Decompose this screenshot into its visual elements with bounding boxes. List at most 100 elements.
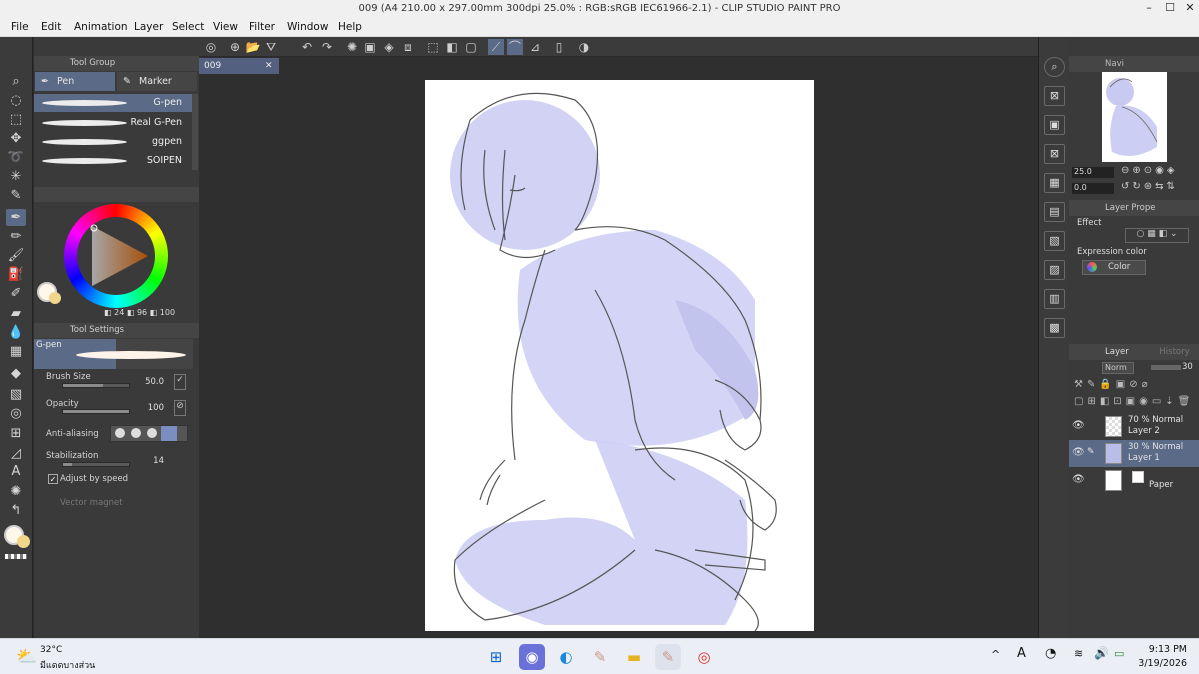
magic-wand-icon[interactable]: ✳	[6, 168, 26, 185]
material-5-icon[interactable]: ▤	[1044, 202, 1065, 222]
save-icon[interactable]: ⛛	[263, 39, 279, 55]
antialiasing-selector[interactable]	[110, 425, 188, 442]
brush-size-pressure-icon[interactable]: ✓	[174, 374, 186, 390]
tab-history[interactable]: History	[1159, 347, 1189, 357]
material-6-icon[interactable]: ▧	[1044, 231, 1065, 251]
layer-opacity-slider[interactable]	[1151, 365, 1181, 370]
menu-help[interactable]: Help	[338, 21, 362, 33]
clear-outside-icon[interactable]: ▣	[362, 39, 378, 55]
tab-pen[interactable]: ✒ Pen	[35, 72, 115, 91]
correct-line-tool-icon[interactable]: ↰	[6, 502, 26, 519]
new-file-icon[interactable]: ⊕	[227, 39, 243, 55]
invert-selection-icon[interactable]: ◧	[444, 39, 460, 55]
material-3-icon[interactable]: ⊠	[1044, 144, 1065, 164]
layer-row[interactable]: 👁 70 % Normal Layer 2	[1069, 413, 1199, 440]
undo-icon[interactable]: ↶	[299, 39, 315, 55]
blend-mode-select[interactable]: Norm	[1102, 362, 1134, 374]
airbrush-tool-icon[interactable]: ⛽	[6, 266, 26, 283]
brush-item-soipen[interactable]: SOIPEN	[34, 152, 192, 170]
navigator-rotate-buttons[interactable]: ↺↻⊛⇆⇅	[1121, 181, 1178, 192]
clear-icon[interactable]: ✺	[344, 39, 360, 55]
open-icon[interactable]: 📂	[245, 39, 261, 55]
chrome-app-icon[interactable]: ◎	[691, 644, 717, 670]
bucket-tool-icon[interactable]: ◆	[6, 365, 26, 382]
eraser-tool-icon[interactable]: ▰	[6, 305, 26, 322]
selection-tool-icon[interactable]: ◌	[6, 92, 26, 109]
brush-list-scrollbar[interactable]	[192, 94, 198, 170]
move-tool-icon[interactable]: ✥	[6, 130, 26, 147]
clock-time[interactable]: 9:13 PM	[1139, 644, 1187, 655]
transform-icon[interactable]: ⧈	[400, 39, 416, 55]
color-triangle[interactable]	[86, 222, 154, 290]
layer-property-tab[interactable]: Layer Prope	[1069, 200, 1199, 216]
canvas-paper[interactable]	[425, 80, 814, 632]
menu-view[interactable]: View	[213, 21, 238, 33]
visibility-eye-icon[interactable]: 👁	[1072, 420, 1085, 431]
companion-icon[interactable]: ▯	[551, 39, 567, 55]
navigator-zoom-value[interactable]: 25.0	[1072, 167, 1114, 178]
start-button[interactable]: ⊞	[483, 644, 509, 670]
layer-row[interactable]: 👁 ✎ 30 % Normal Layer 1	[1069, 440, 1199, 467]
menu-filter[interactable]: Filter	[249, 21, 275, 33]
menu-edit[interactable]: Edit	[41, 21, 61, 33]
snap-special-ruler-icon[interactable]: ⌒	[507, 39, 523, 55]
aa-strong-icon[interactable]	[161, 426, 177, 441]
material-8-icon[interactable]: ▥	[1044, 289, 1065, 309]
material-4-icon[interactable]: ▦	[1044, 173, 1065, 193]
layer-opacity-value[interactable]: 30	[1182, 362, 1193, 372]
weather-icon[interactable]: ⛅	[16, 647, 37, 667]
expression-color-select[interactable]: Color	[1082, 260, 1146, 275]
deselect-icon[interactable]: ⬚	[425, 39, 441, 55]
menu-layer[interactable]: Layer	[134, 21, 163, 33]
navigator-rotation-value[interactable]: 0.0	[1072, 183, 1114, 194]
redo-icon[interactable]: ↷	[319, 39, 335, 55]
menu-select[interactable]: Select	[172, 21, 204, 33]
blend-tool-icon[interactable]: 💧	[6, 324, 26, 341]
fill-icon[interactable]: ◈	[381, 39, 397, 55]
layer-lock-icons[interactable]: ⚒✎🔒▣⊘⌀	[1074, 379, 1152, 390]
search-icon[interactable]: ⌕	[1044, 57, 1065, 77]
brush-item-ggpen[interactable]: ggpen	[34, 133, 192, 151]
transparent-color-swatch[interactable]	[5, 554, 27, 559]
file-explorer-icon[interactable]: ▬	[621, 644, 647, 670]
wifi-icon[interactable]: ≋	[1074, 647, 1083, 660]
tab-marker[interactable]: ✎ Marker	[117, 72, 197, 91]
material-icon[interactable]: ⊠	[1044, 86, 1065, 106]
eyedropper-icon[interactable]: ✎	[6, 187, 26, 204]
select-layer-icon[interactable]: ▢	[463, 39, 479, 55]
material-9-icon[interactable]: ▩	[1044, 318, 1065, 338]
opacity-slider[interactable]	[62, 409, 130, 414]
volume-icon[interactable]: 🔊	[1094, 646, 1109, 660]
clock-date[interactable]: 3/19/2026	[1131, 658, 1187, 669]
text-tool-icon[interactable]: A	[6, 463, 26, 480]
menu-animation[interactable]: Animation	[74, 21, 128, 33]
operation-tool-icon[interactable]: ⬚	[6, 111, 26, 128]
edge-app-icon[interactable]: ◐	[553, 644, 579, 670]
minimize-button[interactable]: –	[1140, 1, 1158, 17]
opacity-pressure-icon[interactable]: ⊘	[174, 400, 186, 416]
snap-ruler-icon[interactable]: ⟋	[488, 39, 504, 55]
brush-size-value[interactable]: 50.0	[134, 377, 164, 387]
fill-tool-icon[interactable]: ▦	[6, 343, 26, 360]
sync-icon[interactable]: ◔	[1045, 646, 1056, 661]
opacity-value[interactable]: 100	[134, 403, 164, 413]
clip-studio-app-icon[interactable]: ✎	[587, 644, 613, 670]
color-wheel[interactable]	[64, 204, 168, 308]
brush-size-slider[interactable]	[62, 383, 130, 388]
aa-none-icon[interactable]	[115, 428, 125, 438]
sub-color-swatch[interactable]	[17, 535, 30, 548]
visibility-eye-icon[interactable]: 👁	[1072, 474, 1085, 485]
pencil-tool-icon[interactable]: ✏	[6, 228, 26, 245]
balloon-tool-icon[interactable]: ✺	[6, 483, 26, 500]
stabilization-value[interactable]: 14	[134, 456, 164, 466]
material-2-icon[interactable]: ▣	[1044, 115, 1065, 135]
stabilization-slider[interactable]	[62, 462, 130, 467]
menu-window[interactable]: Window	[287, 21, 328, 33]
clip-studio-paint-app-icon[interactable]: ✎	[655, 644, 681, 670]
decoration-tool-icon[interactable]: ✐	[6, 285, 26, 302]
aa-medium-icon[interactable]	[147, 428, 157, 438]
navigator-preview[interactable]	[1102, 72, 1167, 162]
navigator-zoom-buttons[interactable]: ⊖⊕⊙◉◈	[1121, 165, 1178, 176]
snap-grid-icon[interactable]: ⊿	[527, 39, 543, 55]
menu-file[interactable]: File	[11, 21, 29, 33]
